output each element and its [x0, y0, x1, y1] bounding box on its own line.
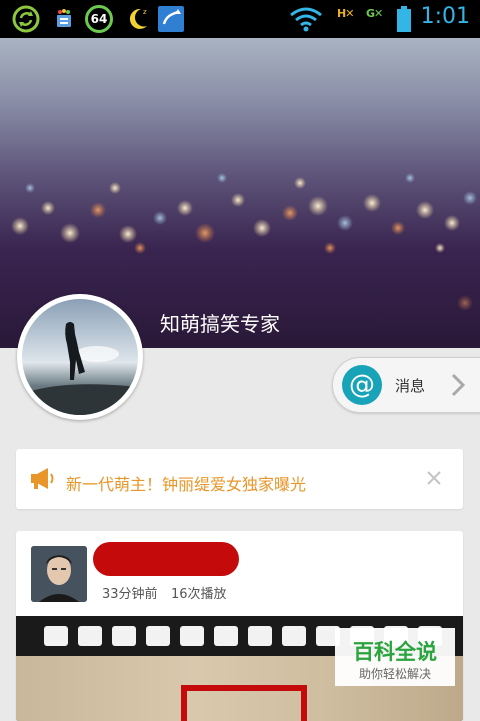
post-card[interactable]: 33分钟前 16次播放	[16, 531, 463, 721]
app-icon	[158, 6, 184, 32]
film-hole	[214, 626, 238, 646]
film-hole	[44, 626, 68, 646]
watermark-logo: 百科全说 助你轻松解决	[335, 628, 455, 686]
store-icon	[57, 9, 71, 27]
close-icon[interactable]	[425, 469, 443, 487]
post-plays: 16次播放	[171, 587, 227, 602]
svg-text:z: z	[143, 8, 147, 16]
chevron-right-icon	[451, 373, 466, 397]
battery-icon	[397, 6, 411, 32]
avatar[interactable]	[17, 294, 143, 420]
megaphone-icon	[31, 468, 54, 489]
status-bar: 64 z H✕ G✕ 1:01	[0, 0, 480, 38]
wifi-icon	[290, 7, 322, 32]
film-hole	[112, 626, 136, 646]
clock: 1:01	[420, 4, 470, 29]
notice-text: 新一代萌主！钟丽缇爱女独家曝光	[66, 475, 307, 494]
signal-g-icon: G✕	[366, 7, 383, 20]
redacted-username	[93, 542, 239, 576]
watermark-title: 百科全说	[353, 640, 437, 664]
watermark-subtitle: 助你轻松解决	[358, 667, 431, 681]
sync-icon	[12, 5, 40, 33]
highlight-frame	[181, 685, 307, 721]
battery-64-icon: 64	[85, 5, 113, 33]
notice-banner[interactable]: 新一代萌主！钟丽缇爱女独家曝光	[16, 449, 463, 509]
film-hole	[248, 626, 272, 646]
post-author-photo	[31, 546, 87, 602]
at-icon: @	[342, 365, 382, 405]
signal-h-icon: H✕	[337, 7, 354, 20]
film-hole	[180, 626, 204, 646]
messages-label: 消息	[395, 377, 426, 395]
film-hole	[146, 626, 170, 646]
battery-badge-text: 64	[90, 12, 108, 26]
messages-button[interactable]: @ 消息	[332, 357, 480, 413]
moon-icon: z	[129, 8, 147, 29]
post-author-avatar[interactable]	[31, 546, 87, 602]
film-hole	[282, 626, 306, 646]
film-hole	[78, 626, 102, 646]
post-time: 33分钟前	[102, 587, 158, 602]
avatar-photo	[22, 299, 138, 415]
profile-name: 知萌搞笑专家	[160, 312, 280, 336]
